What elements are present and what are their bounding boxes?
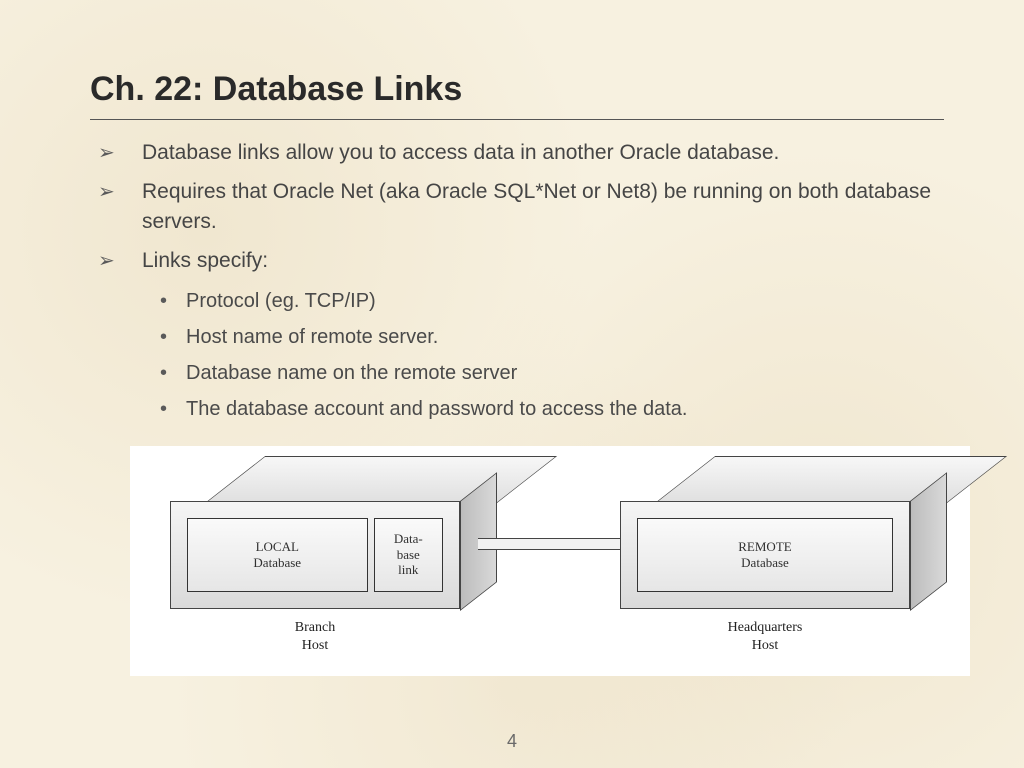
hq-host-label: Headquarters Host [685, 619, 845, 655]
bullet-list: Database links allow you to access data … [90, 138, 944, 276]
remote-database-panel: REMOTE Database [637, 518, 893, 592]
sub-bullet-item: Protocol (eg. TCP/IP) [90, 286, 944, 316]
bullet-item: Links specify: [90, 246, 944, 275]
link-connector [478, 538, 636, 550]
slide-title: Ch. 22: Database Links [90, 70, 944, 109]
local-database-panel: LOCAL Database [187, 518, 368, 592]
sub-bullet-list: Protocol (eg. TCP/IP) Host name of remot… [90, 286, 944, 424]
bullet-item: Database links allow you to access data … [90, 138, 944, 167]
sub-bullet-item: Host name of remote server. [90, 322, 944, 352]
title-underline [90, 119, 944, 120]
slide: Ch. 22: Database Links Database links al… [0, 0, 1024, 768]
architecture-diagram: LOCAL Database Data- base link Branch Ho… [130, 446, 970, 676]
bullet-item: Requires that Oracle Net (aka Oracle SQL… [90, 177, 944, 236]
database-link-panel: Data- base link [374, 518, 444, 592]
sub-bullet-item: Database name on the remote server [90, 358, 944, 388]
branch-host-label: Branch Host [240, 619, 390, 655]
page-number: 4 [0, 731, 1024, 752]
sub-bullet-item: The database account and password to acc… [90, 394, 944, 424]
